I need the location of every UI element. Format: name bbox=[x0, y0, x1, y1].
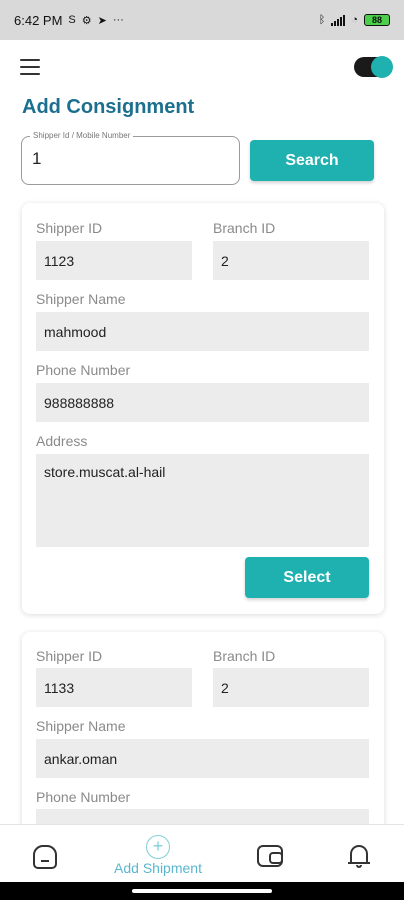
shipper-name-value: ankar.oman bbox=[36, 739, 369, 778]
shipper-id-value: 1133 bbox=[36, 668, 192, 707]
shipper-name-label: Shipper Name bbox=[36, 718, 126, 734]
phone-label: Phone Number bbox=[36, 789, 131, 805]
bluetooth-icon: ᛒ bbox=[318, 14, 326, 26]
address-value: store.muscat.al-hail bbox=[36, 454, 369, 547]
shipper-name-value: mahmood bbox=[36, 312, 369, 351]
more-icon: ··· bbox=[112, 14, 124, 26]
search-input-value: 1 bbox=[32, 149, 42, 168]
nav-add-shipment-label: Add Shipment bbox=[114, 860, 202, 876]
bottom-nav: + Add Shipment bbox=[0, 824, 404, 882]
bell-icon[interactable] bbox=[348, 843, 370, 869]
signal-icon bbox=[331, 14, 346, 26]
battery-icon: 88 bbox=[364, 14, 390, 26]
wallet-icon[interactable] bbox=[257, 845, 283, 867]
sim-icon: S bbox=[68, 14, 76, 26]
shipper-name-label: Shipper Name bbox=[36, 291, 126, 307]
address-label: Address bbox=[36, 433, 88, 449]
phone-value: 988888888 bbox=[36, 383, 369, 422]
branch-id-label: Branch ID bbox=[213, 220, 276, 236]
home-gesture-bar[interactable] bbox=[132, 889, 272, 893]
branch-id-label: Branch ID bbox=[213, 648, 276, 664]
status-right: ᛒ ◔ 88 bbox=[319, 14, 390, 26]
system-nav-bar bbox=[0, 882, 404, 900]
shipper-card: Shipper ID 1133 Branch ID 2 Shipper Name… bbox=[22, 632, 384, 852]
shipper-id-value: 1123 bbox=[36, 241, 192, 280]
phone-label: Phone Number bbox=[36, 362, 131, 378]
menu-icon[interactable] bbox=[20, 59, 40, 75]
search-button[interactable]: Search bbox=[250, 140, 374, 181]
status-bar: 6:42 PM S ⚙ ➤ ··· ᛒ ◔ 88 bbox=[0, 0, 404, 40]
theme-toggle[interactable] bbox=[354, 56, 393, 78]
telegram-icon: ➤ bbox=[97, 14, 107, 27]
status-left: 6:42 PM S ⚙ ➤ ··· bbox=[14, 13, 124, 28]
search-field-label: Shipper Id / Mobile Number bbox=[30, 131, 134, 140]
home-icon[interactable] bbox=[33, 845, 57, 869]
page-title: Add Consignment bbox=[22, 96, 195, 118]
nav-add-shipment[interactable]: + Add Shipment bbox=[110, 835, 206, 876]
toggle-knob bbox=[371, 56, 393, 78]
wifi-icon: ◔ bbox=[351, 14, 358, 26]
shipper-id-label: Shipper ID bbox=[36, 648, 103, 664]
branch-id-value: 2 bbox=[213, 668, 369, 707]
select-button[interactable]: Select bbox=[245, 557, 369, 598]
settings-icon: ⚙ bbox=[81, 14, 92, 27]
battery-level: 88 bbox=[371, 15, 382, 25]
shipper-card: Shipper ID 1123 Branch ID 2 Shipper Name… bbox=[22, 203, 384, 614]
shipper-id-label: Shipper ID bbox=[36, 220, 103, 236]
status-time: 6:42 PM bbox=[14, 12, 63, 28]
branch-id-value: 2 bbox=[213, 241, 369, 280]
plus-circle-icon: + bbox=[146, 835, 170, 859]
shipper-search-input[interactable]: Shipper Id / Mobile Number 1 bbox=[21, 131, 240, 185]
